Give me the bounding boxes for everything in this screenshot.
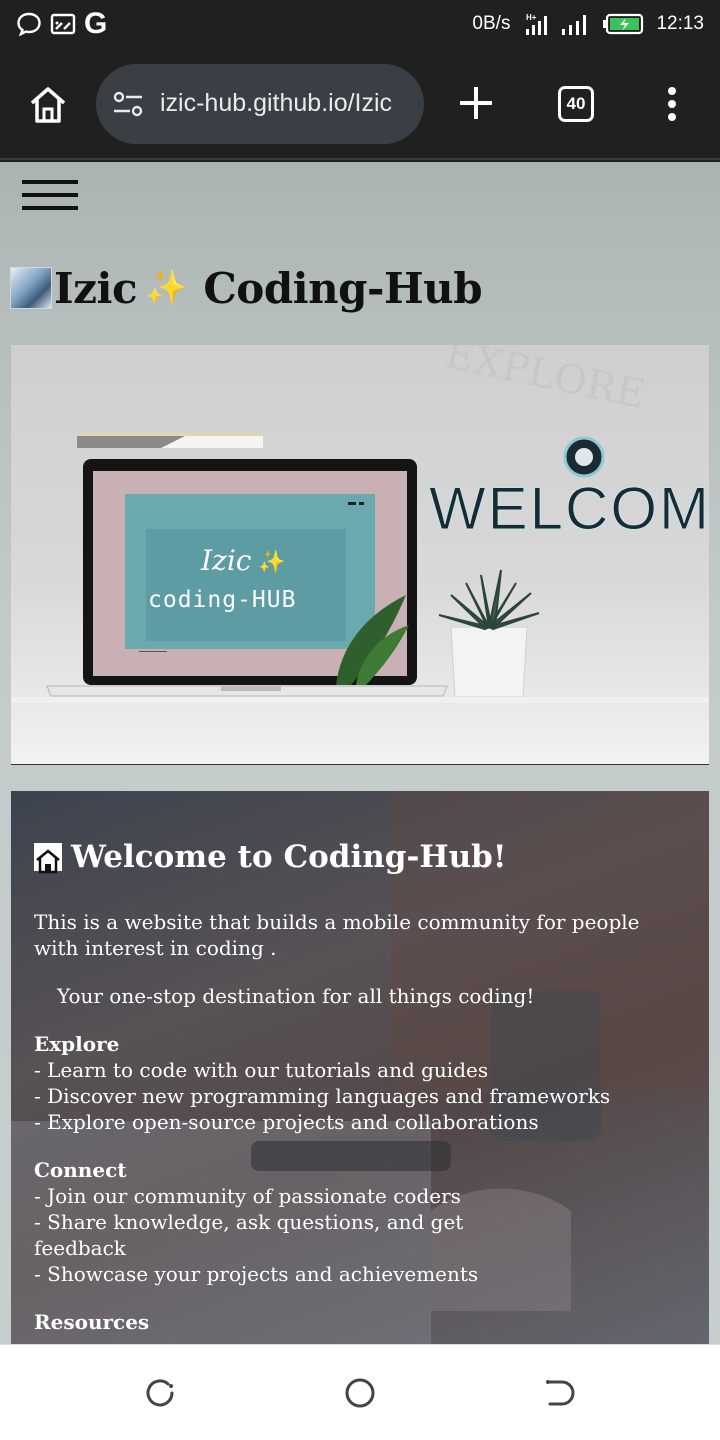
back-icon[interactable] [542,1375,578,1411]
banner-welcome-text: WELCOM [429,475,709,542]
section-resources: Resources [34,1309,684,1335]
welcome-card: Welcome to Coding-Hub! This is a website… [11,791,709,1344]
more-options-icon[interactable] [666,86,678,122]
section-explore: Explore - Learn to code with our tutoria… [34,1031,684,1135]
signal-h-plus-icon: H+ [526,13,548,35]
banner-watermark: EXPLORE [441,345,649,418]
network-speed: 0B/s [472,13,511,34]
clock: 12:13 [656,13,704,34]
house-icon [34,843,62,874]
hamburger-menu-icon[interactable] [22,180,78,214]
list-item: - Join our community of passionate coder… [34,1184,461,1208]
chat-bubble-icon [17,12,41,37]
status-right-icons: 0B/s H+ 12:13 [472,11,704,37]
screen-cast-icon [50,13,76,35]
site-settings-icon[interactable] [112,91,144,117]
status-left-icons: G [16,7,108,40]
web-page: Izic ✨ Coding-Hub EXPLORE Izic ✨ coding-… [0,162,720,1344]
hero-banner: EXPLORE Izic ✨ coding-HUB WELCOM [11,345,709,765]
new-tab-icon[interactable] [456,83,496,123]
card-content: Welcome to Coding-Hub! This is a website… [34,835,684,1344]
card-heading: Welcome to Coding-Hub! [34,835,684,879]
signal-bars-icon [562,15,587,35]
address-bar[interactable]: izic-hub.github.io/Izic [96,64,424,144]
list-item: - Showcase your projects and achievement… [34,1262,479,1286]
home-icon[interactable] [26,83,70,127]
site-title-right: Coding-Hub [203,263,483,313]
site-title-left: Izic [54,263,138,313]
recents-icon[interactable] [142,1375,178,1411]
section-connect: Connect - Join our community of passiona… [34,1157,684,1287]
card-heading-text: Welcome to Coding-Hub! [71,839,507,875]
plant-pot [450,626,528,698]
card-tagline: Your one-stop destination for all things… [57,984,535,1008]
google-icon: G [84,7,108,40]
list-item: - Learn to code with our tutorials and g… [34,1058,489,1082]
list-item: - Discover new programming languages and… [34,1084,611,1108]
url-text[interactable]: izic-hub.github.io/Izic [160,89,410,118]
card-intro: This is a website that builds a mobile c… [34,910,640,960]
site-title: Izic ✨ Coding-Hub [10,258,483,318]
site-logo-image [10,267,52,309]
sparkle-icon: ✨ [145,268,188,308]
screen-text-coding-hub: coding-HUB [148,587,296,613]
browser-toolbar: izic-hub.github.io/Izic 40 [0,50,720,160]
list-item: - Explore open-source projects and colla… [34,1110,539,1134]
screen-text-izic: Izic [200,544,252,577]
section-title: Connect [34,1158,127,1182]
system-navigation-bar [0,1344,720,1440]
status-bar: G 0B/s H+ 12:13 [0,0,720,50]
section-title: Resources [34,1310,150,1334]
screen-sparkle: ✨ [258,549,285,575]
home-button-icon[interactable] [342,1375,378,1411]
list-item: - Share knowledge, ask questions, and ge… [34,1210,464,1260]
section-title: Explore [34,1032,120,1056]
banner-illustration: EXPLORE Izic ✨ coding-HUB WELCOM [11,345,709,703]
battery-charging-icon [603,13,644,35]
svg-text:H+: H+ [526,13,537,22]
tab-switcher-button[interactable]: 40 [558,86,594,122]
